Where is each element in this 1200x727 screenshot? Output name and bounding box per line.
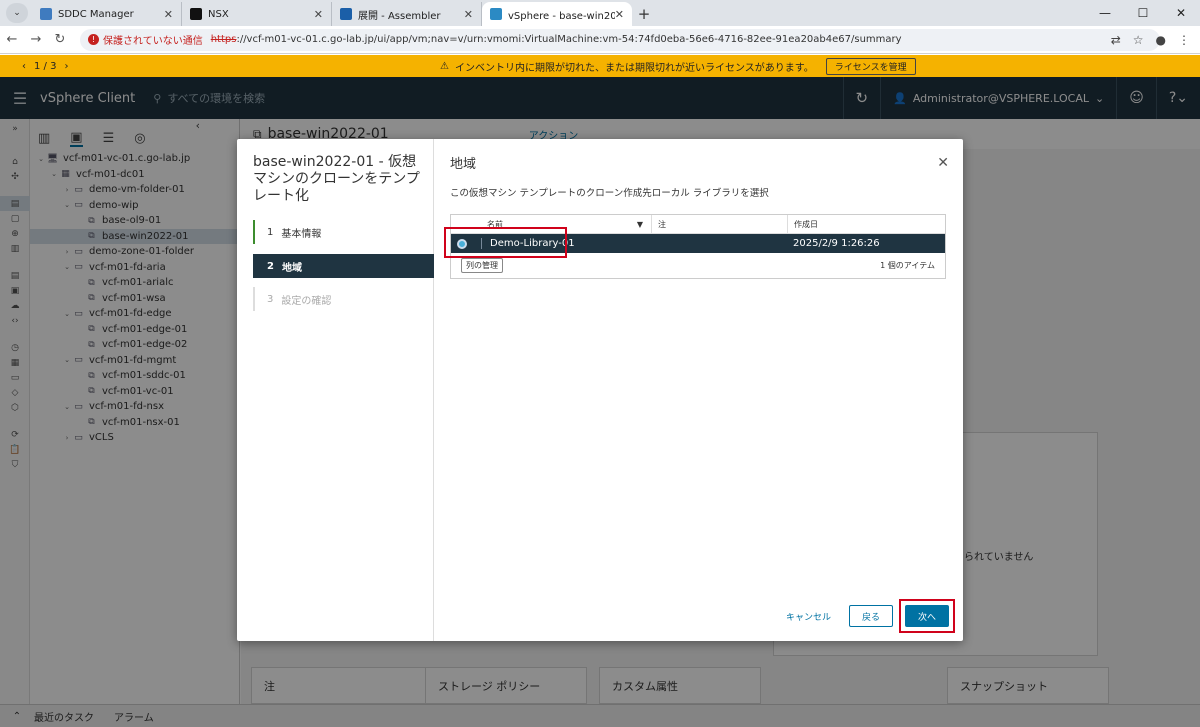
- vsphere-favicon-icon: [490, 8, 502, 20]
- forward-arrow-icon[interactable]: →: [24, 32, 48, 47]
- close-tab-icon[interactable]: ✕: [164, 8, 173, 21]
- browser-tab-sddc[interactable]: SDDC Manager ✕: [32, 2, 182, 26]
- manage-columns-button[interactable]: 列の管理: [461, 258, 503, 273]
- browser-tab-nsx[interactable]: NSX ✕: [182, 2, 332, 26]
- reload-icon[interactable]: ↻: [48, 32, 72, 47]
- panel-title: 地域: [450, 157, 477, 172]
- close-tab-icon[interactable]: ✕: [615, 8, 624, 21]
- minimize-icon[interactable]: —: [1086, 0, 1124, 26]
- step-basic-info[interactable]: 1 基本情報: [253, 220, 434, 244]
- dialog-buttons: キャンセル 戻る 次へ: [780, 599, 955, 633]
- license-banner: ‹ 1 / 3 › ⚠ インベントリ内に期限が切れた、または期限切れが近いライセ…: [0, 55, 1200, 77]
- url-text: https://vcf-m01-vc-01.c.go-lab.jp/ui/app…: [210, 34, 902, 45]
- item-count: 1 個のアイテム: [880, 261, 935, 270]
- close-tab-icon[interactable]: ✕: [314, 8, 323, 21]
- warning-triangle-icon: ⚠: [440, 60, 449, 72]
- nsx-favicon-icon: [190, 8, 202, 20]
- window-controls: — ☐ ✕: [1086, 0, 1200, 26]
- new-tab-plus-icon[interactable]: +: [632, 2, 656, 26]
- clone-to-template-dialog: base-win2022-01 - 仮想マシンのクローンをテンプレート化 1 基本…: [237, 139, 963, 641]
- assembler-favicon-icon: [340, 8, 352, 20]
- url-field[interactable]: ! 保護されていない通信 https://vcf-m01-vc-01.c.go-…: [80, 28, 1160, 51]
- column-notes[interactable]: 注: [651, 214, 787, 234]
- translate-icon[interactable]: ⇄: [1111, 33, 1121, 47]
- banner-prev-icon[interactable]: ‹: [22, 61, 26, 72]
- address-bar: ← → ↻ ! 保護されていない通信 https://vcf-m01-vc-01…: [0, 26, 1200, 54]
- warning-icon: !: [88, 34, 99, 45]
- back-arrow-icon[interactable]: ←: [0, 32, 24, 47]
- banner-message: ⚠ インベントリ内に期限が切れた、または期限切れが近いライセンスがあります。 ラ…: [440, 57, 916, 75]
- wizard-content-pane: 地域 ✕ この仮想マシン テンプレートのクローン作成先ローカル ライブラリを選択…: [434, 139, 963, 641]
- panel-subtitle: この仮想マシン テンプレートのクローン作成先ローカル ライブラリを選択: [450, 188, 769, 199]
- close-icon[interactable]: ✕: [937, 155, 949, 171]
- dialog-title: base-win2022-01 - 仮想マシンのクローンをテンプレート化: [253, 154, 420, 204]
- cancel-button[interactable]: キャンセル: [780, 610, 837, 623]
- close-tab-icon[interactable]: ✕: [464, 8, 473, 21]
- highlight-next-box: [899, 599, 955, 633]
- close-window-icon[interactable]: ✕: [1162, 0, 1200, 26]
- step-review: 3 設定の確認: [253, 287, 434, 311]
- browser-tab-assembler[interactable]: 展開 - Assembler ✕: [332, 2, 482, 26]
- browser-menu-icon[interactable]: ⋮: [1178, 33, 1190, 47]
- tab-search-icon[interactable]: ⌄: [6, 3, 28, 23]
- banner-next-icon[interactable]: ›: [64, 61, 68, 72]
- filter-icon[interactable]: ▼: [637, 220, 643, 229]
- back-button[interactable]: 戻る: [849, 605, 893, 627]
- address-bar-actions: ⇄ ☆ ● ⋮: [1111, 33, 1190, 47]
- column-created[interactable]: 作成日: [787, 214, 945, 234]
- banner-pager: ‹ 1 / 3 ›: [22, 60, 69, 72]
- profile-icon[interactable]: ●: [1156, 33, 1166, 47]
- highlight-row-box: [444, 227, 567, 258]
- wizard-steps-pane: base-win2022-01 - 仮想マシンのクローンをテンプレート化 1 基本…: [237, 139, 434, 641]
- browser-tab-strip: ⌄ SDDC Manager ✕ NSX ✕ 展開 - Assembler ✕ …: [0, 0, 1200, 26]
- bookmark-star-icon[interactable]: ☆: [1133, 33, 1144, 47]
- security-chip[interactable]: ! 保護されていない通信: [88, 32, 203, 47]
- manage-license-button[interactable]: ライセンスを管理: [825, 57, 916, 75]
- browser-tab-vsphere[interactable]: vSphere - base-win2022-01 - サ ✕: [482, 2, 632, 26]
- maximize-icon[interactable]: ☐: [1124, 0, 1162, 26]
- sddc-favicon-icon: [40, 8, 52, 20]
- step-location[interactable]: 2 地域: [253, 254, 434, 278]
